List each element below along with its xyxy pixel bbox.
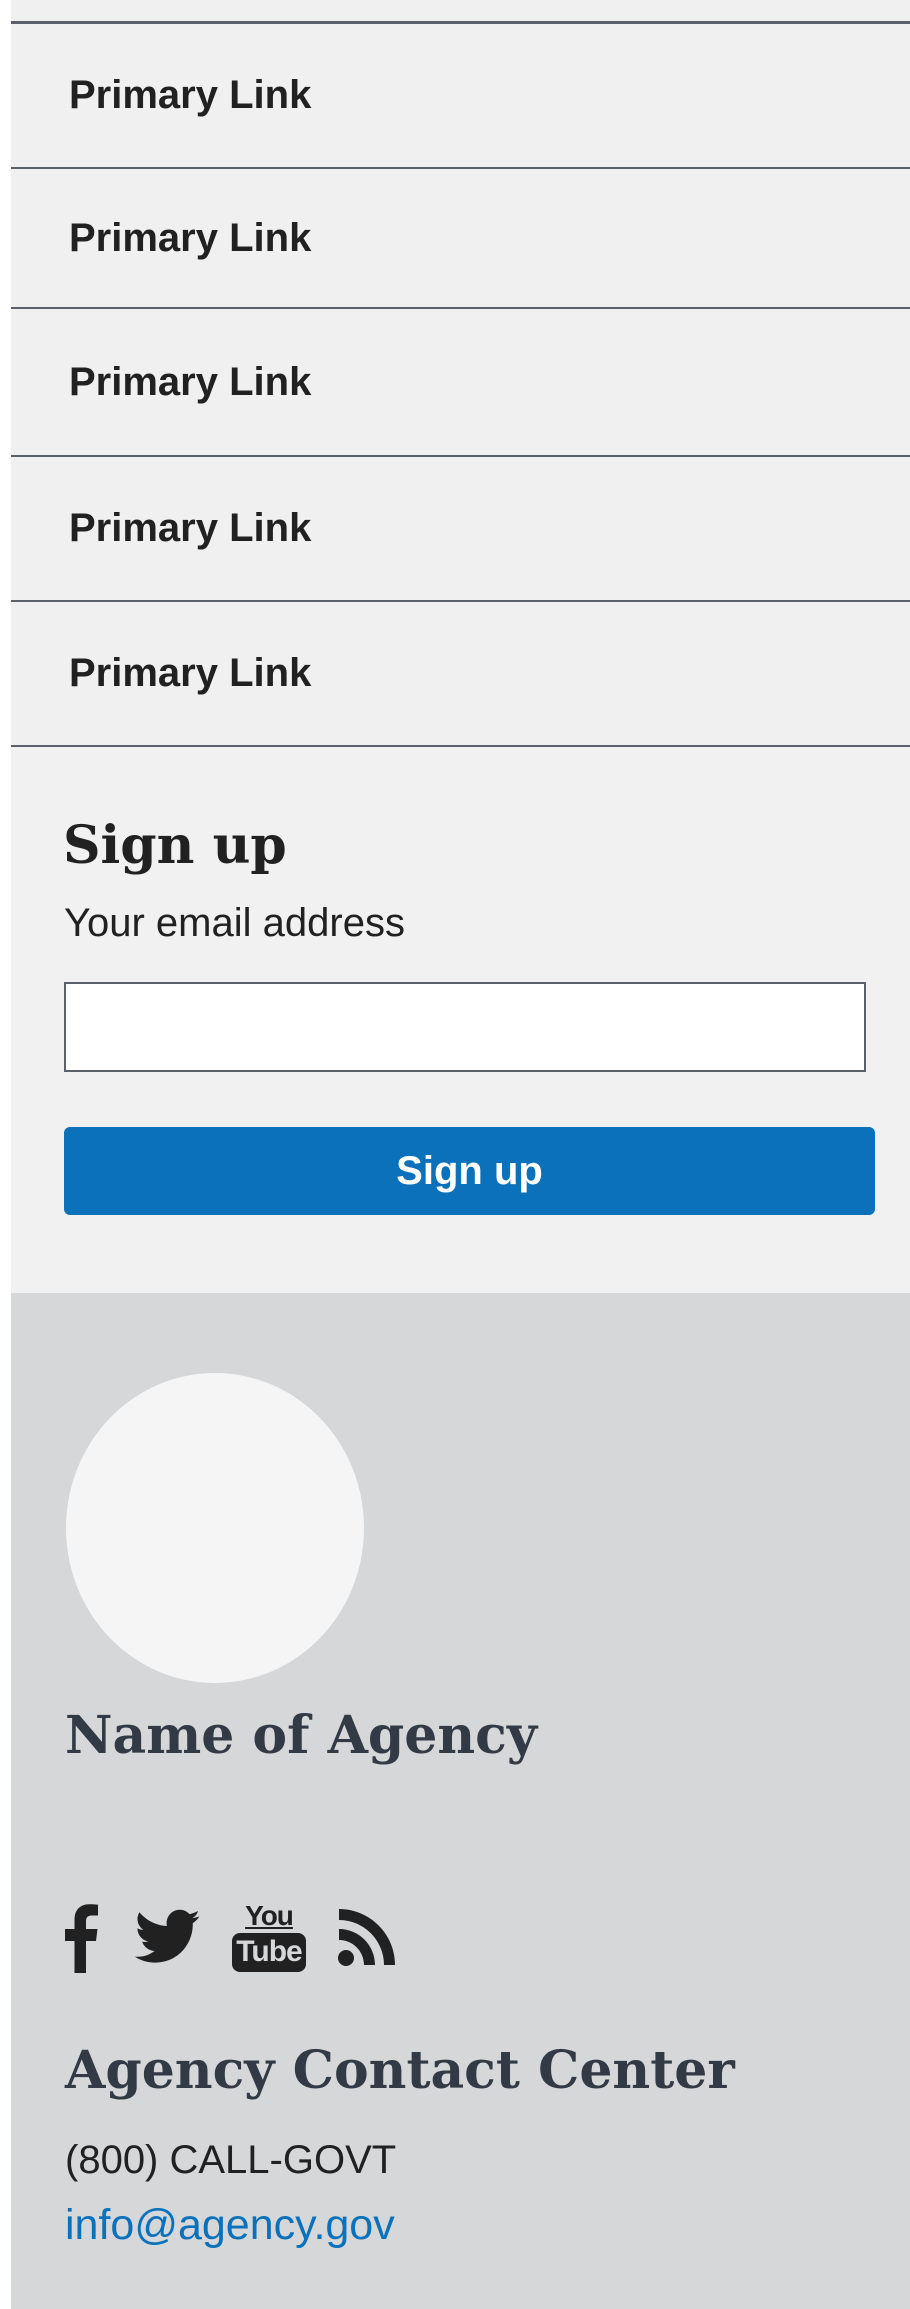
twitter-icon — [135, 1909, 200, 1963]
youtube-icon-bottom: Tube — [232, 1933, 306, 1972]
youtube-link[interactable]: You Tube — [232, 1900, 306, 1972]
primary-link-5[interactable]: Primary Link — [11, 602, 910, 747]
email-input[interactable] — [64, 982, 866, 1072]
contact-email-link[interactable]: info@agency.gov — [65, 2201, 395, 2250]
agency-footer: Name of Agency You Tube Agency Contact C… — [11, 1293, 910, 2309]
youtube-icon: You Tube — [232, 1900, 306, 1972]
signup-button[interactable]: Sign up — [64, 1127, 875, 1215]
facebook-link[interactable] — [61, 1901, 99, 1973]
signup-heading: Sign up — [63, 815, 287, 876]
twitter-link[interactable] — [135, 1909, 201, 1965]
agency-logo — [66, 1373, 364, 1683]
rss-icon — [338, 1909, 395, 1966]
primary-nav: Primary Link Primary Link Primary Link P… — [11, 24, 910, 747]
contact-phone: (800) CALL-GOVT — [65, 2138, 397, 2182]
facebook-icon — [65, 1904, 98, 1973]
contact-heading: Agency Contact Center — [65, 2040, 735, 2101]
page-frame: Primary Link Primary Link Primary Link P… — [11, 0, 910, 2309]
primary-link-3[interactable]: Primary Link — [11, 309, 910, 457]
primary-link-4[interactable]: Primary Link — [11, 457, 910, 602]
rss-link[interactable] — [337, 1907, 397, 1967]
primary-link-2[interactable]: Primary Link — [11, 169, 910, 309]
agency-name: Name of Agency — [65, 1705, 538, 1766]
signup-section: Sign up Your email address Sign up — [11, 749, 910, 1293]
youtube-icon-top: You — [245, 1900, 294, 1931]
social-links: You Tube — [61, 1897, 433, 1977]
primary-link-1[interactable]: Primary Link — [11, 24, 910, 169]
email-label: Your email address — [64, 901, 405, 945]
